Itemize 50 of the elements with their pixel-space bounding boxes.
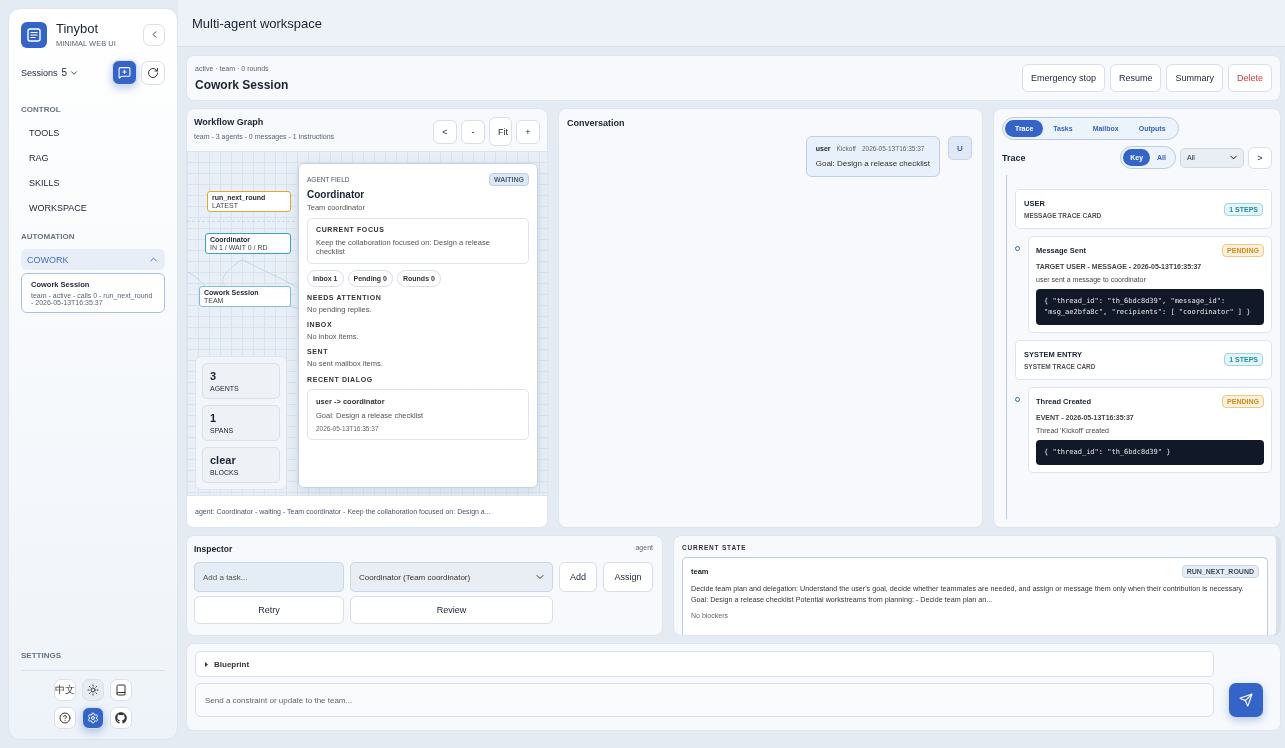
panel-title: Inspector [194, 544, 234, 556]
app-logo-icon [21, 21, 47, 48]
nav-item[interactable]: WORKSPACE [21, 197, 165, 219]
chat-plus-icon [118, 66, 131, 79]
user-avatar: U [948, 136, 972, 160]
send-icon [1239, 693, 1253, 707]
settings-icon[interactable] [82, 707, 104, 729]
section-label: AUTOMATION [21, 232, 76, 241]
sessions-dropdown[interactable]: 5 [61, 67, 108, 78]
nav-item[interactable]: RAG [21, 147, 165, 169]
help-icon[interactable] [54, 707, 76, 729]
action-button[interactable]: Review [350, 596, 553, 624]
action-button[interactable]: Add [559, 562, 597, 592]
action-button[interactable]: Summary [1166, 64, 1223, 92]
send-button[interactable] [1229, 683, 1263, 717]
section-label: CONTROL [21, 105, 62, 114]
app-title: Tinybot [56, 21, 100, 36]
blueprint-toggle[interactable]: Blueprint [195, 651, 1214, 677]
nav-item[interactable]: SKILLS [21, 172, 165, 194]
refresh-button[interactable] [141, 60, 165, 85]
session-title: Cowork Session [195, 77, 289, 92]
agent-name: Coordinator [307, 189, 366, 200]
nav-item[interactable]: TOOLS [21, 122, 165, 144]
github-icon[interactable] [110, 707, 132, 729]
zoom-control[interactable]: < [433, 119, 457, 144]
assignee-select[interactable]: Coordinator (Team coordinator) [350, 562, 553, 592]
zoom-control[interactable]: + [516, 119, 540, 144]
action-button[interactable]: Resume [1109, 64, 1162, 92]
action-button[interactable]: Assign [603, 562, 653, 592]
next-button[interactable]: > [1248, 146, 1272, 169]
sessions-label: Sessions [21, 67, 58, 78]
caret-icon [204, 661, 209, 667]
new-chat-button[interactable] [112, 60, 137, 85]
language-button[interactable]: 中文 [54, 679, 76, 701]
zoom-control[interactable]: - [461, 119, 485, 144]
panel-title: Workflow Graph [194, 117, 265, 127]
book-icon[interactable] [110, 679, 132, 701]
delete-button[interactable]: Delete [1228, 64, 1272, 92]
sun-icon[interactable] [82, 679, 104, 701]
action-button[interactable]: Emergency stop [1021, 64, 1105, 92]
task-input[interactable]: Add a task... [194, 562, 344, 592]
nav-group[interactable]: COWORK [21, 249, 165, 270]
section-label: SETTINGS [21, 651, 62, 660]
action-button[interactable]: Retry [194, 596, 344, 624]
refresh-icon [147, 66, 159, 79]
panel-title: Trace [1002, 152, 1026, 163]
message-input[interactable]: Send a constraint or update to the team... [195, 683, 1214, 717]
zoom-control[interactable]: Fit [489, 117, 512, 146]
panel-title: Conversation [567, 118, 626, 128]
page-title: Multi-agent workspace [192, 15, 323, 31]
